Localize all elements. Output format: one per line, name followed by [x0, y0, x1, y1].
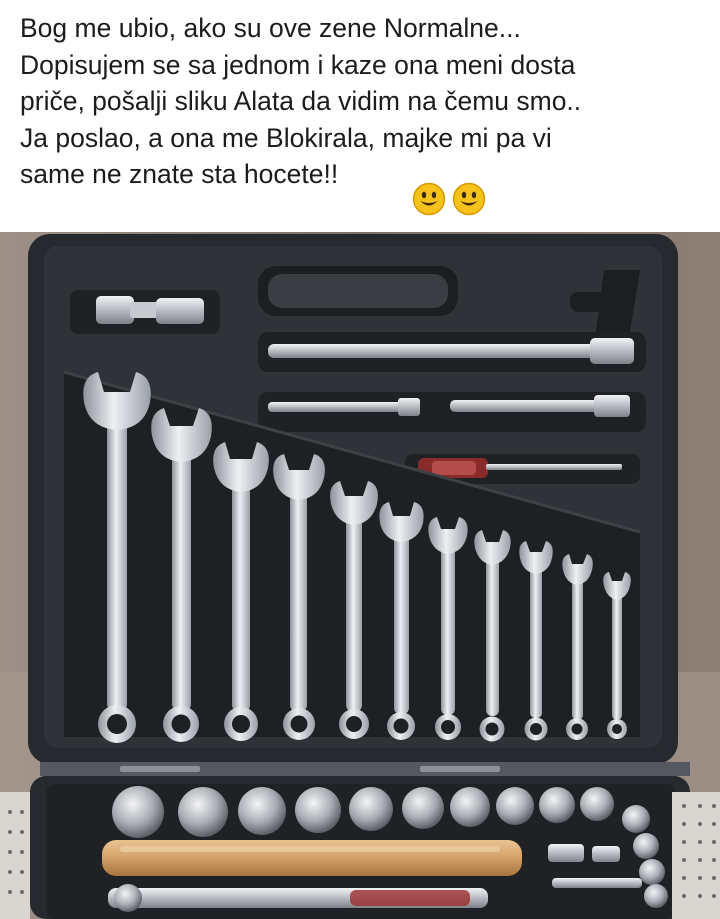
toolbox-photo: [0, 232, 720, 919]
wooden-handle-tool: [102, 840, 522, 876]
post-caption: Bog me ubio, ako su ove zene Normalne...…: [0, 0, 720, 232]
caption-text: Bog me ubio, ako su ove zene Normalne...…: [20, 10, 710, 193]
universal-joint: [96, 296, 134, 324]
emoji-row: [412, 182, 492, 216]
caption-line-2: Dopisujem se sa jednom i kaze ona meni d…: [20, 49, 576, 80]
smiling-face-icon: [412, 182, 446, 216]
caption-line-5: same ne znate sta hocete!!: [20, 159, 339, 189]
toolbox-illustration: [0, 232, 720, 919]
smiling-face-icon: [452, 182, 486, 216]
caption-line-4: Ja poslao, a ona me Blokirala, majke mi …: [20, 122, 552, 153]
caption-line-3: priče, pošalji sliku Alata da vidim na č…: [20, 86, 582, 116]
social-media-post: Bog me ubio, ako su ove zene Normalne...…: [0, 0, 720, 919]
pegboard: [672, 792, 720, 919]
caption-line-1: Bog me ubio, ako su ove zene Normalne...: [20, 13, 521, 43]
ratchet-handle: [108, 884, 488, 912]
